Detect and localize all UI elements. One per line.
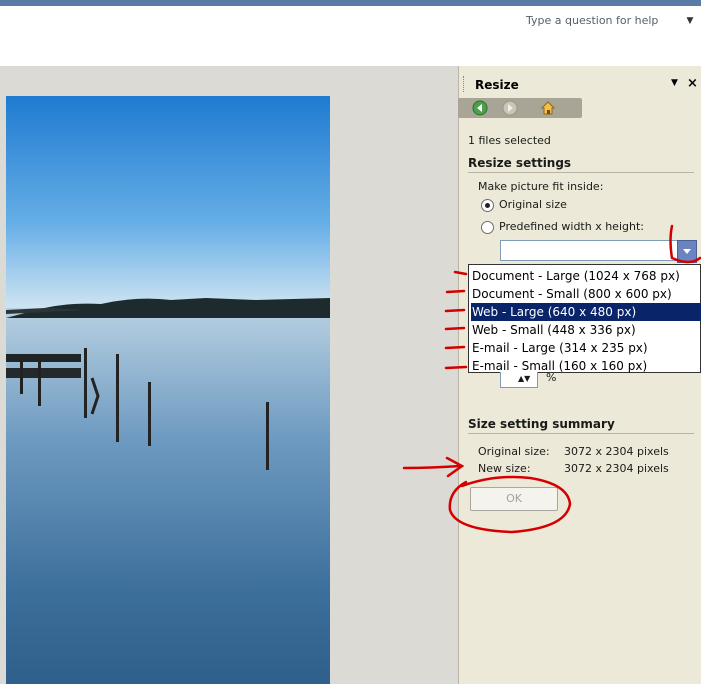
summary-divider — [468, 433, 694, 434]
pane-grip[interactable] — [463, 76, 466, 92]
home-icon[interactable] — [538, 100, 558, 116]
stepper-arrows-icon[interactable]: ▲▼ — [518, 374, 530, 383]
back-icon[interactable] — [470, 100, 490, 116]
original-size-label: Original size — [499, 198, 567, 211]
new-size-summary-value: 3072 x 2304 pixels — [564, 462, 669, 475]
settings-divider — [468, 172, 694, 173]
files-selected-label: 1 files selected — [468, 134, 551, 147]
help-search-input[interactable]: Type a question for help — [522, 10, 678, 32]
pane-close-icon[interactable]: × — [687, 76, 698, 91]
original-size-radio[interactable] — [481, 199, 494, 212]
ok-button[interactable]: OK — [470, 487, 558, 511]
size-option[interactable]: E-mail - Large (314 x 235 px) — [471, 339, 701, 357]
fit-inside-label: Make picture fit inside: — [478, 180, 604, 193]
predefined-size-label: Predefined width x height: — [499, 220, 644, 233]
original-size-summary-value: 3072 x 2304 pixels — [564, 445, 669, 458]
pane-navigation-bar — [458, 98, 582, 118]
dropdown-arrow-icon[interactable] — [677, 240, 697, 263]
pane-title: Resize — [475, 78, 519, 92]
original-size-summary-label: Original size: — [478, 445, 550, 458]
size-summary-header: Size setting summary — [468, 417, 615, 431]
size-option[interactable]: Document - Large (1024 x 768 px) — [471, 267, 701, 285]
new-size-summary-label: New size: — [478, 462, 531, 475]
predefined-size-radio[interactable] — [481, 221, 494, 234]
resize-settings-header: Resize settings — [468, 156, 572, 170]
pane-menu-icon[interactable]: ▼ — [671, 78, 678, 88]
size-option[interactable]: Document - Small (800 x 600 px) — [471, 285, 701, 303]
percent-sign: % — [546, 371, 557, 384]
picture-preview — [6, 96, 330, 684]
predefined-size-select[interactable] — [500, 240, 678, 261]
help-dropdown-arrow[interactable]: ▼ — [684, 12, 696, 30]
size-option-selected[interactable]: Web - Large (640 x 480 px) — [471, 303, 701, 321]
size-option[interactable]: Web - Small (448 x 336 px) — [471, 321, 701, 339]
size-options-list: Document - Large (1024 x 768 px) Documen… — [468, 264, 701, 373]
forward-icon[interactable] — [500, 100, 520, 116]
